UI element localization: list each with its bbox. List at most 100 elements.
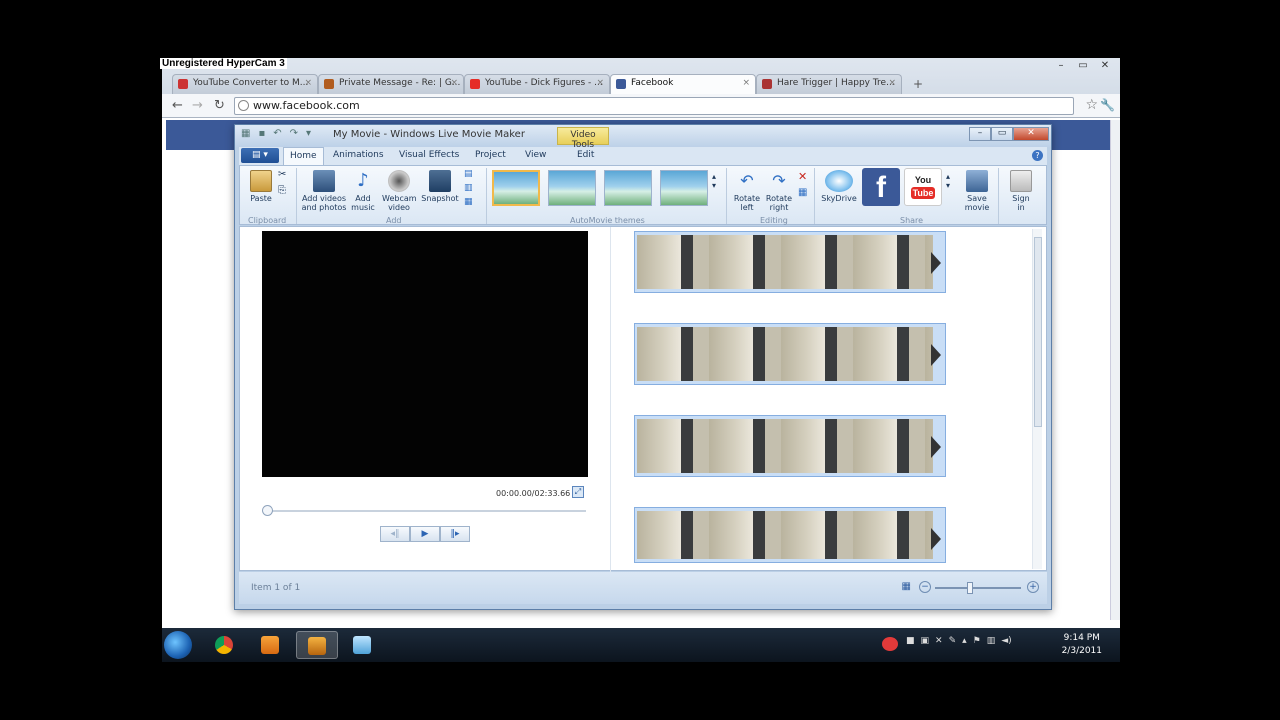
fullscreen-icon[interactable]: ⤢ xyxy=(572,486,584,498)
storyboard-row[interactable] xyxy=(634,231,946,293)
tab-project[interactable]: Project xyxy=(475,150,506,160)
previous-frame-icon[interactable]: ◂‖ xyxy=(380,526,410,542)
next-frame-icon[interactable]: ‖▸ xyxy=(440,526,470,542)
record-indicator-icon[interactable] xyxy=(882,637,898,651)
share-more-icon[interactable]: ▴ ▾ xyxy=(946,172,950,190)
tab-youtube-converter[interactable]: YouTube Converter to M... × xyxy=(172,74,318,94)
close-icon[interactable]: ✕ xyxy=(1013,127,1049,141)
taskbar-hypercam[interactable] xyxy=(342,631,384,659)
maximize-icon[interactable]: ▭ xyxy=(1074,60,1092,71)
zoom-knob[interactable] xyxy=(967,582,973,594)
skydrive-button[interactable]: SkyDrive xyxy=(820,170,858,203)
tab-visual-effects[interactable]: Visual Effects xyxy=(399,150,459,160)
action-center-flag-icon[interactable]: ⚑ xyxy=(973,636,981,646)
tray-pen-icon[interactable]: ✎ xyxy=(949,636,957,646)
taskbar-movie-maker[interactable] xyxy=(296,631,338,659)
play-icon[interactable]: ▶ xyxy=(410,526,440,542)
thumbnail-size-icon[interactable]: ▦ xyxy=(902,581,911,592)
automovie-theme-4[interactable] xyxy=(660,170,708,206)
pane-divider[interactable] xyxy=(610,227,611,572)
snapshot-button[interactable]: Snapshot xyxy=(420,170,460,203)
automovie-theme-2[interactable] xyxy=(548,170,596,206)
taskbar-chrome[interactable] xyxy=(204,631,246,659)
close-tab-icon[interactable]: × xyxy=(596,78,604,88)
application-menu-button[interactable]: ▤ ▾ xyxy=(241,148,279,163)
tray-tool-icon[interactable]: ✕ xyxy=(935,636,943,646)
tab-private-message[interactable]: Private Message - Re: | G... × xyxy=(318,74,464,94)
caption-icon[interactable]: ▤ xyxy=(464,170,473,179)
video-preview-monitor[interactable] xyxy=(262,231,588,477)
redo-icon[interactable]: ↷ xyxy=(290,128,298,139)
youtube-converter-favicon-icon xyxy=(178,79,188,89)
rotate-right-button[interactable]: ↷ Rotate right xyxy=(764,170,794,212)
network-icon[interactable]: ▥ xyxy=(987,636,996,646)
remove-icon[interactable]: ✕ xyxy=(798,171,807,182)
wrench-icon[interactable]: 🔧 xyxy=(1100,98,1115,112)
tab-youtube-dick-figures[interactable]: YouTube - Dick Figures - ... × xyxy=(464,74,610,94)
film-app-icon: ▦ xyxy=(241,128,251,139)
start-button[interactable] xyxy=(164,631,192,659)
bookmark-star-icon[interactable]: ☆ xyxy=(1085,97,1098,113)
select-all-icon[interactable]: ▦ xyxy=(798,188,807,198)
tab-view[interactable]: View xyxy=(525,150,546,160)
minimize-icon[interactable]: – xyxy=(969,127,991,141)
zoom-in-icon[interactable]: + xyxy=(1027,581,1039,593)
copy-icon[interactable]: ⎘ xyxy=(278,186,286,196)
volume-icon[interactable]: ◄) xyxy=(1001,636,1011,646)
zoom-track[interactable] xyxy=(935,587,1021,589)
zoom-out-icon[interactable]: − xyxy=(919,581,931,593)
title-icon[interactable]: ▥ xyxy=(464,184,473,193)
forward-arrow-icon[interactable]: → xyxy=(192,98,203,113)
tab-hare-trigger[interactable]: Hare Trigger | Happy Tre... × xyxy=(756,74,902,94)
add-videos-photos-button[interactable]: Add videos and photos xyxy=(300,170,348,212)
tray-app-icon[interactable]: ▣ xyxy=(921,636,930,646)
new-tab-button[interactable]: + xyxy=(908,77,928,93)
automovie-theme-1[interactable] xyxy=(492,170,540,206)
facebook-share-icon[interactable]: f xyxy=(862,168,900,206)
seek-thumb[interactable] xyxy=(262,505,273,516)
sign-in-button[interactable]: Sign in xyxy=(1004,170,1038,212)
save-movie-button[interactable]: Save movie xyxy=(960,170,994,212)
tab-facebook[interactable]: Facebook × xyxy=(610,74,756,94)
paste-button[interactable]: Paste xyxy=(248,170,274,203)
seek-bar[interactable] xyxy=(264,510,586,512)
youtube-share-icon[interactable]: You Tube xyxy=(904,168,942,206)
undo-icon[interactable]: ↶ xyxy=(273,128,281,139)
automovie-theme-3[interactable] xyxy=(604,170,652,206)
address-bar[interactable]: www.facebook.com xyxy=(234,97,1074,115)
maximize-icon[interactable]: ▭ xyxy=(991,127,1013,141)
tab-edit[interactable]: Edit xyxy=(577,150,594,160)
minimize-icon[interactable]: – xyxy=(1052,60,1070,71)
zoom-slider[interactable]: − + xyxy=(919,581,1039,595)
tab-animations[interactable]: Animations xyxy=(333,150,384,160)
close-tab-icon[interactable]: × xyxy=(742,78,750,88)
taskbar-media-player[interactable] xyxy=(250,631,292,659)
storyboard-row[interactable] xyxy=(634,415,946,477)
storyboard-row[interactable] xyxy=(634,323,946,385)
tab-home[interactable]: Home xyxy=(283,147,324,165)
browser-frame: YouTube Converter to M... × Private Mess… xyxy=(162,58,1120,118)
show-hidden-icon[interactable]: ▴ xyxy=(962,636,967,646)
back-arrow-icon[interactable]: ← xyxy=(172,98,183,113)
close-tab-icon[interactable]: × xyxy=(304,78,312,88)
scroll-thumb[interactable] xyxy=(1034,237,1042,427)
help-icon[interactable]: ? xyxy=(1032,150,1043,161)
cut-icon[interactable]: ✂ xyxy=(278,170,286,180)
customize-dropdown-icon[interactable]: ▾ xyxy=(306,128,311,139)
save-icon[interactable]: ▪ xyxy=(258,128,265,139)
webcam-video-button[interactable]: Webcam video xyxy=(382,170,417,212)
close-tab-icon[interactable]: × xyxy=(450,78,458,88)
rotate-left-button[interactable]: ↶ Rotate left xyxy=(732,170,762,212)
stop-icon[interactable]: ■ xyxy=(906,636,915,646)
browser-scrollbar[interactable] xyxy=(1110,120,1120,620)
themes-more-icon[interactable]: ▴ ▾ xyxy=(712,172,716,190)
close-tab-icon[interactable]: × xyxy=(888,78,896,88)
reload-icon[interactable]: ↻ xyxy=(214,98,225,113)
taskbar-clock[interactable]: 9:14 PM 2/3/2011 xyxy=(1062,632,1102,658)
credits-icon[interactable]: ▦ xyxy=(464,198,473,207)
add-music-button[interactable]: ♪ Add music xyxy=(348,170,378,212)
quick-access-toolbar: ▦ ▪ ↶ ↷ ▾ xyxy=(241,128,311,139)
close-icon[interactable]: ✕ xyxy=(1096,60,1114,71)
storyboard-scrollbar[interactable] xyxy=(1032,229,1042,569)
storyboard-row[interactable] xyxy=(634,507,946,563)
